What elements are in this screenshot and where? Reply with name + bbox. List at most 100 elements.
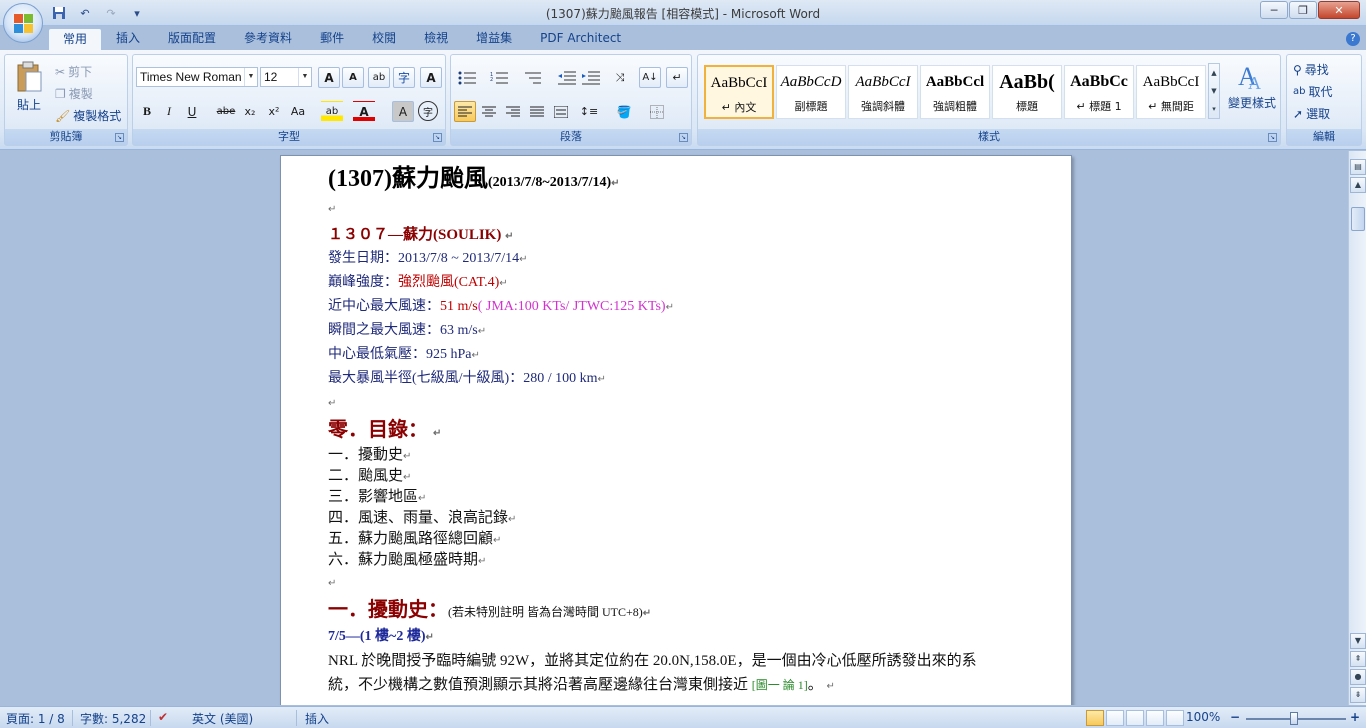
cut-button[interactable]: ✂ 剪下 (55, 63, 92, 80)
font-size-combo[interactable]: 12 ▼ (260, 67, 312, 87)
insert-mode[interactable]: 插入 (305, 710, 329, 727)
style-emphasis[interactable]: AaBbCcI 強調斜體 (848, 65, 918, 119)
next-page-icon[interactable]: ⇟ (1350, 687, 1366, 703)
decrease-indent-icon[interactable] (556, 67, 578, 88)
sort-icon[interactable]: A↓ (639, 67, 661, 88)
browse-object-icon[interactable]: ● (1350, 669, 1366, 685)
bold-button[interactable]: B (136, 101, 158, 122)
italic-button[interactable]: I (158, 101, 180, 122)
style-subtitle[interactable]: AaBbCcD 副標題 (776, 65, 846, 119)
restore-button[interactable]: ❐ (1289, 1, 1317, 19)
paragraph-launcher-icon[interactable]: ↘ (679, 133, 688, 142)
zoom-in-button[interactable]: + (1350, 710, 1360, 724)
previous-page-icon[interactable]: ⇞ (1350, 651, 1366, 667)
replace-button[interactable]: ab 取代 (1293, 83, 1333, 100)
tab-addins[interactable]: 增益集 (462, 28, 526, 50)
underline-button[interactable]: U (181, 101, 203, 122)
chevron-down-icon[interactable]: ▼ (298, 68, 311, 86)
enclose-characters-button[interactable]: 字 (393, 67, 415, 88)
figure-reference[interactable]: [圖一 論 1] (752, 678, 808, 692)
vertical-scrollbar[interactable]: ▤ ▲ ▼ ⇞ ● ⇟ (1348, 151, 1366, 705)
tab-mailings[interactable]: 郵件 (306, 28, 358, 50)
style-heading-1[interactable]: AaBbCc ↵ 標題 1 (1064, 65, 1134, 119)
select-button[interactable]: ➚ 選取 (1293, 105, 1330, 122)
tab-review[interactable]: 校閱 (358, 28, 410, 50)
character-border-button[interactable]: 字 (418, 101, 438, 121)
find-button[interactable]: ⚲ 尋找 (1293, 61, 1329, 78)
minimize-button[interactable]: ─ (1260, 1, 1288, 19)
empty-line: ↵ (328, 571, 1031, 595)
align-right-icon[interactable] (502, 101, 524, 122)
clear-format-button[interactable]: A (420, 67, 442, 88)
outline-view-icon[interactable] (1146, 710, 1164, 726)
strikethrough-button[interactable]: abe (215, 101, 237, 122)
chevron-down-icon[interactable]: ▼ (244, 68, 257, 86)
office-button[interactable] (3, 3, 43, 43)
font-launcher-icon[interactable]: ↘ (433, 133, 442, 142)
tab-references[interactable]: 參考資料 (230, 28, 306, 50)
document-content[interactable]: (1307)蘇力颱風(2013/7/8~2013/7/14)↵ ↵ １３０７—蘇… (328, 161, 1031, 705)
spelling-check-icon[interactable]: ✔ (158, 710, 168, 724)
info-label: 最大暴風半徑(七級風/十級風)： (328, 371, 524, 386)
increase-indent-icon[interactable] (580, 67, 602, 88)
justify-icon[interactable] (526, 101, 548, 122)
tab-view[interactable]: 檢視 (410, 28, 462, 50)
scroll-thumb[interactable] (1351, 207, 1365, 231)
shrink-font-button[interactable]: A (342, 67, 364, 88)
phonetic-guide-button[interactable]: ab (368, 67, 390, 88)
zoom-slider-thumb[interactable] (1290, 712, 1298, 725)
zoom-level[interactable]: 100% (1186, 710, 1220, 724)
scroll-down-icon[interactable]: ▼ (1350, 633, 1366, 649)
style-name: 標題 (1016, 100, 1038, 113)
paste-button[interactable]: 貼上 (11, 61, 47, 113)
full-screen-reading-view-icon[interactable] (1106, 710, 1124, 726)
help-icon[interactable]: ? (1346, 32, 1360, 46)
print-layout-view-icon[interactable] (1086, 710, 1104, 726)
multilevel-list-icon[interactable] (521, 67, 543, 88)
highlight-button[interactable]: ab (321, 101, 343, 122)
change-styles-button[interactable]: AA 變更樣式 (1226, 61, 1278, 111)
web-layout-view-icon[interactable] (1126, 710, 1144, 726)
show-marks-icon[interactable]: ↵ (666, 67, 688, 88)
document-page[interactable]: (1307)蘇力颱風(2013/7/8~2013/7/14)↵ ↵ １３０７—蘇… (280, 155, 1072, 705)
page-count[interactable]: 頁面: 1 / 8 (6, 710, 65, 727)
grow-font-button[interactable]: A (318, 67, 340, 88)
character-shading-button[interactable]: A (392, 101, 414, 122)
style-normal[interactable]: AaBbCcI ↵ 內文 (704, 65, 774, 119)
font-name-combo[interactable]: Times New Roman ▼ (136, 67, 258, 87)
align-center-icon[interactable] (478, 101, 500, 122)
superscript-button[interactable]: x² (263, 101, 285, 122)
body-text-end: 。 (807, 677, 823, 693)
bullets-icon[interactable] (456, 67, 478, 88)
style-strong[interactable]: AaBbCcl 強調粗體 (920, 65, 990, 119)
zoom-out-button[interactable]: − (1230, 710, 1240, 724)
style-title[interactable]: AaBb( 標題 (992, 65, 1062, 119)
scroll-up-icon[interactable]: ▲ (1350, 177, 1366, 193)
word-count[interactable]: 字數: 5,282 (80, 710, 146, 727)
language-indicator[interactable]: 英文 (美國) (192, 710, 253, 727)
close-button[interactable]: ✕ (1318, 1, 1360, 19)
style-no-spacing[interactable]: AaBbCcI ↵ 無間距 (1136, 65, 1206, 119)
draft-view-icon[interactable] (1166, 710, 1184, 726)
styles-launcher-icon[interactable]: ↘ (1268, 133, 1277, 142)
format-painter-button[interactable]: 🖌 複製格式 (55, 107, 121, 124)
distributed-icon[interactable] (550, 101, 572, 122)
change-case-button[interactable]: Aa (287, 101, 309, 122)
info-line: 瞬間之最大風速：63 m/s↵ (328, 319, 1031, 343)
shading-icon[interactable]: 🪣 (613, 101, 635, 122)
styles-scroll[interactable]: ▲ ▼ ▾ (1208, 63, 1220, 119)
asian-layout-icon[interactable]: ⤨ (609, 67, 631, 88)
align-left-icon[interactable] (454, 101, 476, 122)
ruler-toggle-icon[interactable]: ▤ (1350, 159, 1366, 175)
borders-icon[interactable] (646, 101, 668, 122)
tab-pdf-architect[interactable]: PDF Architect (526, 28, 635, 50)
tab-insert[interactable]: 插入 (102, 28, 154, 50)
line-spacing-icon[interactable]: ↕≡ (578, 101, 600, 122)
subscript-button[interactable]: x₂ (239, 101, 261, 122)
clipboard-launcher-icon[interactable]: ↘ (115, 133, 124, 142)
numbering-icon[interactable]: 12 (488, 67, 510, 88)
tab-page-layout[interactable]: 版面配置 (154, 28, 230, 50)
tab-home[interactable]: 常用 (48, 28, 103, 50)
font-color-button[interactable]: A (353, 101, 375, 122)
copy-button[interactable]: ❐ 複製 (55, 85, 93, 102)
